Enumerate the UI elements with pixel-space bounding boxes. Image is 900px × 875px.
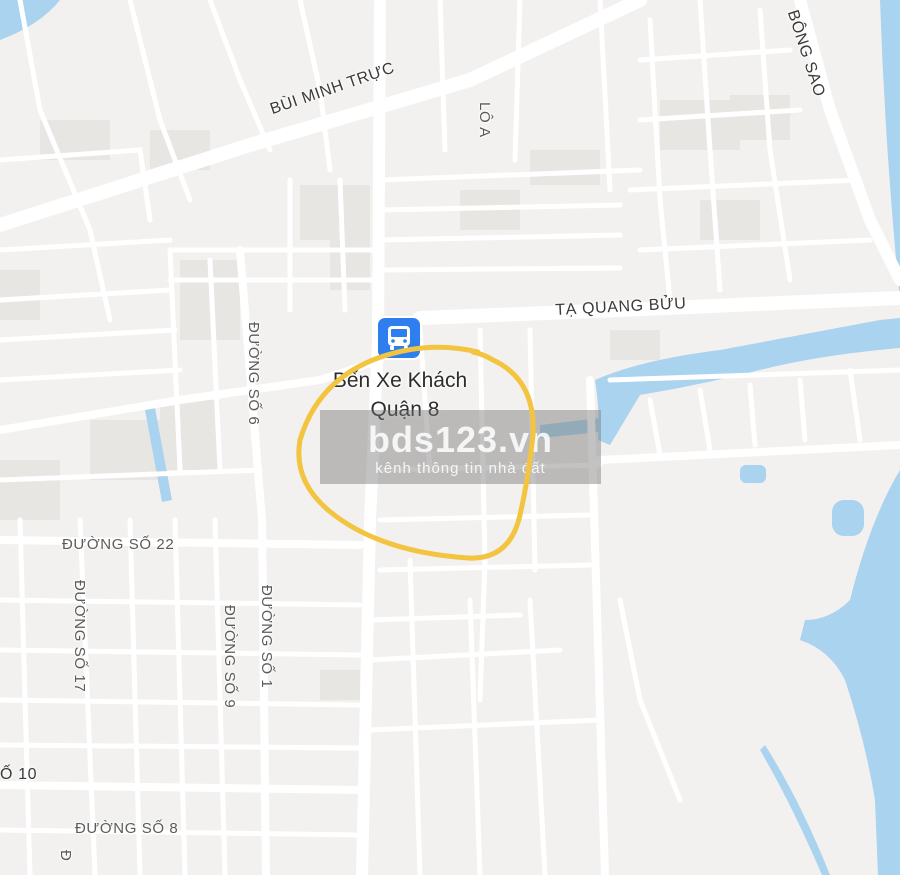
street-label-duong-so-17: ĐƯỜNG SỐ 17	[71, 580, 88, 693]
street-label-duong-so-9: ĐƯỜNG SỐ 9	[221, 605, 238, 709]
watermark: bds123.vn kênh thông tin nhà đất	[320, 410, 601, 484]
bus-station-marker[interactable]	[378, 318, 420, 358]
watermark-subtitle: kênh thông tin nhà đất	[375, 460, 546, 477]
street-label-so-10: Ố 10	[0, 766, 38, 783]
street-label-partial-d: Đ	[57, 850, 74, 862]
street-label-duong-so-1: ĐƯỜNG SỐ 1	[258, 585, 275, 689]
street-label-duong-so-6: ĐƯỜNG SỐ 6	[245, 322, 262, 426]
bus-icon	[388, 326, 410, 350]
watermark-title: bds123.vn	[367, 419, 554, 460]
street-label-duong-so-8: ĐƯỜNG SỐ 8	[75, 820, 179, 837]
street-label-lo-a: LÔ A	[476, 102, 493, 138]
street-label-duong-so-22: ĐƯỜNG SỐ 22	[62, 536, 175, 553]
bus-station-name-line1: Bến Xe Khách	[332, 369, 468, 392]
